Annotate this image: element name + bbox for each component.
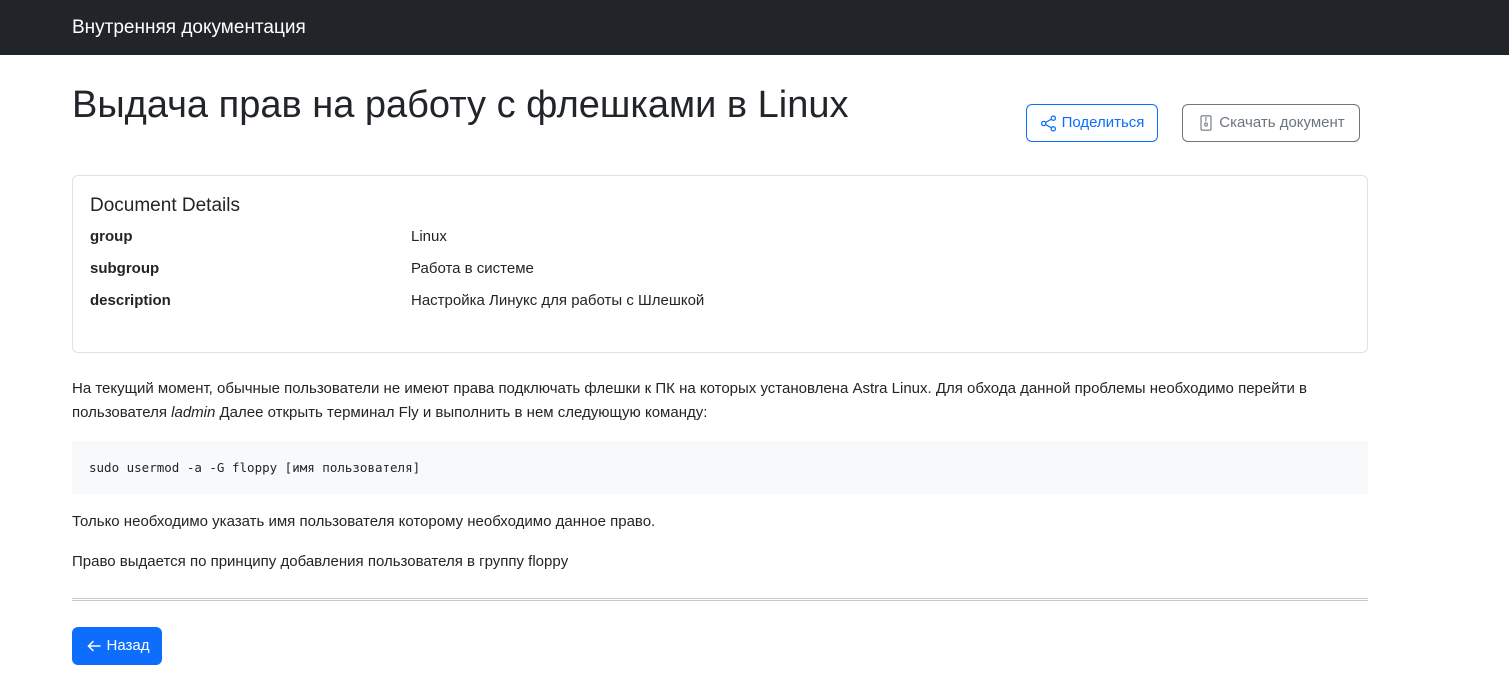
back-button[interactable]: Назад: [72, 627, 162, 665]
details-title: Document Details: [90, 195, 240, 216]
download-label: Скачать документ: [1219, 114, 1345, 131]
code-block: sudo usermod -a -G floppy [имя пользоват…: [72, 441, 1368, 494]
detail-key-subgroup: subgroup: [90, 260, 160, 277]
download-document-button[interactable]: Скачать документ: [1182, 104, 1360, 142]
page-title: Выдача прав на работу с флешками в Linux: [72, 84, 849, 126]
share-label: Поделиться: [1061, 114, 1145, 131]
intro-paragraph: На текущий момент, обычные пользователи …: [72, 377, 1368, 425]
intro-text-part2: Далее открыть терминал Fly и выполнить в…: [215, 404, 708, 421]
back-label: Назад: [106, 637, 150, 654]
divider: [72, 598, 1368, 601]
command-code: sudo usermod -a -G floppy [имя пользоват…: [89, 460, 421, 475]
instruction-paragraph: Только необходимо указать имя пользовате…: [72, 513, 656, 530]
principle-paragraph: Право выдается по принципу добавления по…: [72, 553, 569, 570]
detail-value-group: Linux: [411, 228, 447, 245]
detail-key-group: group: [90, 228, 133, 245]
document-details-card: Document Details group Linux subgroup Ра…: [72, 175, 1368, 353]
intro-username: ladmin: [171, 404, 216, 421]
detail-value-subgroup: Работа в системе: [411, 260, 534, 277]
detail-key-description: description: [90, 292, 171, 309]
arrow-left-icon: [85, 637, 103, 655]
share-icon: [1040, 114, 1058, 132]
file-zip-icon: [1197, 114, 1215, 132]
detail-value-description: Настройка Линукс для работы с Шлешкой: [411, 292, 705, 309]
navbar-brand[interactable]: Внутренняя документация: [72, 16, 306, 40]
share-button[interactable]: Поделиться: [1026, 104, 1158, 142]
navbar: Внутренняя документация: [0, 0, 1509, 55]
